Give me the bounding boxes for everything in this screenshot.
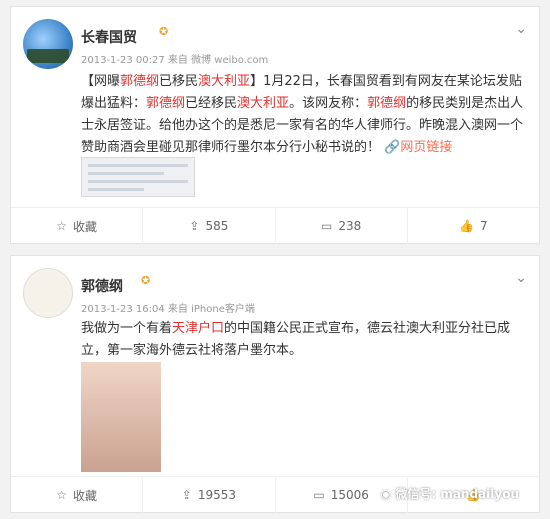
thumb-up-icon: 👍 xyxy=(459,219,475,233)
like-button[interactable]: 👍 7 xyxy=(408,208,539,244)
action-bar: ☆ 收藏 ⇪ 585 ▭ 238 👍 7 xyxy=(11,207,539,244)
comment-icon: ▭ xyxy=(321,219,333,233)
caret-down-icon[interactable]: ⌄ xyxy=(515,270,527,286)
favorite-button[interactable]: ☆ 收藏 xyxy=(11,208,144,244)
author-name[interactable]: 长春国贸 xyxy=(81,27,137,47)
avatar[interactable] xyxy=(23,19,73,69)
post-content: 我做为一个有着天津户口的中国籍公民正式宣布，德云社澳大利亚分社已成立，第一家海外… xyxy=(81,321,511,358)
comment-button[interactable]: ▭ 238 xyxy=(276,208,408,244)
comment-icon: ▭ xyxy=(313,488,325,502)
avatar[interactable] xyxy=(23,268,73,318)
web-link[interactable]: 🔗网页链接 xyxy=(384,140,452,155)
repost-icon: ⇪ xyxy=(189,219,200,233)
verified-badge-icon: ✪ xyxy=(141,274,151,287)
favorite-button[interactable]: ☆ 收藏 xyxy=(11,477,144,513)
post-content: 【网曝郭德纲已移民澳大利亚】1月22日，长春国贸看到有网友在某论坛发贴爆出猛料：… xyxy=(81,74,524,155)
screenshot-thumbnail[interactable] xyxy=(81,157,195,197)
repost-button[interactable]: ⇪ 19553 xyxy=(143,477,276,513)
caret-down-icon[interactable]: ⌄ xyxy=(515,21,527,37)
author-name[interactable]: 郭德纲 xyxy=(81,276,123,296)
repost-icon: ⇪ xyxy=(181,488,192,502)
weibo-post-1: 长春国贸 ✪ ⌄ 2013-1-23 00:27 来自 微博 weibo.com… xyxy=(10,6,540,244)
post-timestamp: 2013-1-23 16:04 来自 iPhone客户端 xyxy=(81,304,255,315)
post-timestamp: 2013-1-23 00:27 来自 微博 weibo.com xyxy=(81,55,269,66)
weibo-post-2: 郭德纲 ✪ ⌄ 2013-1-23 16:04 来自 iPhone客户端 我做为… xyxy=(10,255,540,513)
cartoon-image[interactable] xyxy=(81,362,161,472)
star-icon: ☆ xyxy=(56,219,67,233)
wechat-watermark: ◉ 微信号: mandailyou xyxy=(380,487,519,501)
verified-badge-icon: ✪ xyxy=(159,25,169,38)
star-icon: ☆ xyxy=(56,488,67,502)
repost-button[interactable]: ⇪ 585 xyxy=(143,208,276,244)
link-icon: 🔗 xyxy=(384,140,401,155)
wechat-icon: ◉ xyxy=(380,487,392,501)
